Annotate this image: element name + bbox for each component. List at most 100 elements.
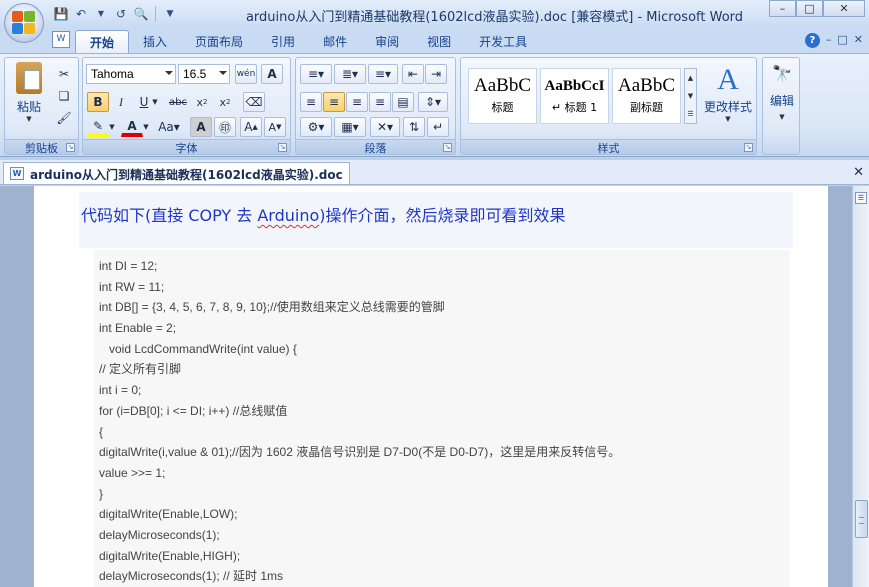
window-title: arduino从入门到精通基础教程(1602lcd液晶实验).doc [兼容模式…: [245, 10, 744, 25]
show-marks-icon[interactable]: ↵: [427, 117, 449, 137]
close-button[interactable]: ✕: [823, 0, 865, 17]
paragraph-group-label: 段落: [296, 139, 455, 155]
help-icon[interactable]: ?: [804, 33, 820, 48]
code-line: digitalWrite(i,value & 01);//因为 1602 液晶信…: [99, 445, 621, 460]
phonetic-guide-icon[interactable]: wén: [235, 64, 257, 84]
enclose-characters-icon[interactable]: ㊞: [214, 117, 236, 137]
document-tab[interactable]: W arduino从入门到精通基础教程(1602lcd液晶实验).doc: [3, 162, 350, 184]
word-doc-icon: W: [52, 31, 70, 48]
character-border-icon[interactable]: A: [261, 64, 283, 84]
character-shading-icon[interactable]: A: [190, 117, 212, 137]
shading-icon[interactable]: ⚙▾: [300, 117, 332, 137]
document-tab-bar: W arduino从入门到精通基础教程(1602lcd液晶实验).doc ✕: [0, 160, 869, 185]
paragraph-group: ≡▾ ≣▾ ≡▾ ⇤ ⇥ ≡ ≡ ≡ ≡ ▤ ⇕▾ ⚙▾ ▦▾ ✕▾ ⇅ ↵ 段…: [295, 57, 456, 155]
styles-launcher-icon[interactable]: ↘: [744, 143, 753, 152]
ribbon-restore-icon[interactable]: □: [837, 33, 847, 48]
editing-label: 编辑: [769, 94, 794, 108]
minimize-button[interactable]: –: [769, 0, 796, 17]
format-painter-icon[interactable]: 🖌: [53, 108, 75, 128]
font-size-combo[interactable]: 16.5: [178, 64, 230, 84]
office-logo-icon: [12, 11, 36, 35]
ruler-toggle-icon[interactable]: ☰: [855, 192, 867, 204]
code-line: }: [99, 486, 104, 501]
editing-group: 🔭 编辑 ▼: [762, 57, 800, 155]
tab-review[interactable]: 审阅: [361, 30, 413, 53]
binoculars-icon: 🔭: [772, 64, 792, 83]
underline-dropdown-icon[interactable]: ▼: [150, 92, 160, 112]
bullets-icon[interactable]: ≡▾: [300, 64, 332, 84]
tab-insert[interactable]: 插入: [129, 30, 181, 53]
decrease-indent-icon[interactable]: ⇤: [402, 64, 424, 84]
cut-icon[interactable]: ✂: [53, 64, 75, 84]
justify-icon[interactable]: ≡: [369, 92, 391, 112]
change-styles-icon: A: [717, 63, 739, 96]
tab-references[interactable]: 引用: [257, 30, 309, 53]
clear-formatting-icon[interactable]: ⌫: [243, 92, 265, 112]
code-line: {: [99, 424, 104, 439]
document-tab-title: arduino从入门到精通基础教程(1602lcd液晶实验).doc: [30, 168, 343, 182]
document-area: 代码如下(直接 COPY 去 Arduino)操作介面，然后烧录即可看到效果 i…: [0, 186, 852, 587]
tab-home[interactable]: 开始: [75, 30, 130, 53]
strikethrough-button[interactable]: abc: [167, 92, 189, 112]
change-styles-button[interactable]: A 更改样式 ▼: [701, 62, 755, 134]
vertical-scrollbar[interactable]: ☰: [852, 186, 869, 587]
font-color-icon[interactable]: A: [121, 117, 143, 137]
copy-icon[interactable]: ❏: [53, 86, 75, 106]
increase-indent-icon[interactable]: ⇥: [425, 64, 447, 84]
font-color-dropdown-icon[interactable]: ▼: [141, 117, 151, 137]
numbering-icon[interactable]: ≣▾: [334, 64, 366, 84]
font-name-combo[interactable]: Tahoma: [86, 64, 176, 84]
font-launcher-icon[interactable]: ↘: [278, 143, 287, 152]
code-line: for (i=DB[0]; i <= DI; i++) //总线赋值: [99, 403, 288, 418]
document-page[interactable]: 代码如下(直接 COPY 去 Arduino)操作介面，然后烧录即可看到效果 i…: [34, 186, 828, 587]
tab-page-layout[interactable]: 页面布局: [181, 30, 257, 53]
italic-button[interactable]: I: [110, 92, 132, 112]
tab-developer[interactable]: 开发工具: [465, 30, 541, 53]
line-spacing-icon[interactable]: ⇕▾: [418, 92, 448, 112]
code-line: int i = 0;: [99, 383, 142, 398]
distributed-icon[interactable]: ▤: [392, 92, 414, 112]
ribbon: 粘贴 ▼ ✂ ❏ 🖌 剪贴板 ↘ Tahoma 16.5 wén A B I U…: [0, 53, 869, 157]
change-case-icon[interactable]: Aa▾: [155, 117, 183, 137]
ribbon-minimize-icon[interactable]: –: [826, 33, 832, 48]
align-left-icon[interactable]: ≡: [300, 92, 322, 112]
font-size-value: 16.5: [183, 67, 207, 81]
tab-view[interactable]: 视图: [413, 30, 465, 53]
style-title[interactable]: AaBbC 标题: [468, 68, 537, 124]
font-group-label: 字体: [83, 139, 290, 155]
align-right-icon[interactable]: ≡: [346, 92, 368, 112]
shrink-font-icon[interactable]: A ▼: [264, 117, 286, 137]
code-line: value >>= 1;: [99, 465, 166, 480]
code-line: int RW = 11;: [99, 279, 165, 294]
heading-paragraph: 代码如下(直接 COPY 去 Arduino)操作介面，然后烧录即可看到效果: [79, 192, 793, 248]
style-subtitle[interactable]: AaBbC 副标题: [612, 68, 681, 124]
subscript-button[interactable]: x2: [191, 92, 213, 112]
borders-icon[interactable]: ▦▾: [334, 117, 366, 137]
editing-button[interactable]: 🔭 编辑 ▼: [765, 64, 799, 121]
superscript-button[interactable]: x2: [214, 92, 236, 112]
ribbon-tabs: 开始 插入 页面布局 引用 邮件 审阅 视图 开发工具: [75, 30, 541, 53]
scrollbar-thumb[interactable]: [855, 500, 868, 538]
clipboard-launcher-icon[interactable]: ↘: [66, 143, 75, 152]
code-block: int DI = 12; int RW = 11; int DB[] = {3,…: [94, 250, 790, 587]
style-heading-1[interactable]: AaBbCcI ↵ 标题 1: [540, 68, 609, 124]
tab-mailings[interactable]: 邮件: [309, 30, 361, 53]
paragraph-launcher-icon[interactable]: ↘: [443, 143, 452, 152]
office-button[interactable]: [4, 3, 44, 43]
code-line: digitalWrite(Enable,HIGH);: [99, 548, 241, 563]
styles-group-label: 样式: [461, 139, 756, 155]
title-bar: 💾 ↶ ▼ ↺ 🔍 ▼ arduino从入门到精通基础教程(1602lcd液晶实…: [0, 0, 869, 28]
text-highlight-icon[interactable]: ✎: [87, 117, 109, 137]
styles-scroll[interactable]: ▲ ▼ ☰: [684, 68, 697, 124]
sort-icon[interactable]: ⇅: [403, 117, 425, 137]
highlight-dropdown-icon[interactable]: ▼: [107, 117, 117, 137]
chinese-layout-icon[interactable]: ✕▾: [370, 117, 400, 137]
grow-font-icon[interactable]: A ▲: [240, 117, 262, 137]
close-document-icon[interactable]: ✕: [853, 165, 864, 180]
multilevel-list-icon[interactable]: ≡▾: [368, 64, 398, 84]
paste-button[interactable]: 粘贴 ▼: [11, 62, 47, 126]
ribbon-close-icon[interactable]: ✕: [854, 33, 863, 48]
align-center-icon[interactable]: ≡: [323, 92, 345, 112]
maximize-button[interactable]: □: [796, 0, 823, 17]
bold-button[interactable]: B: [87, 92, 109, 112]
